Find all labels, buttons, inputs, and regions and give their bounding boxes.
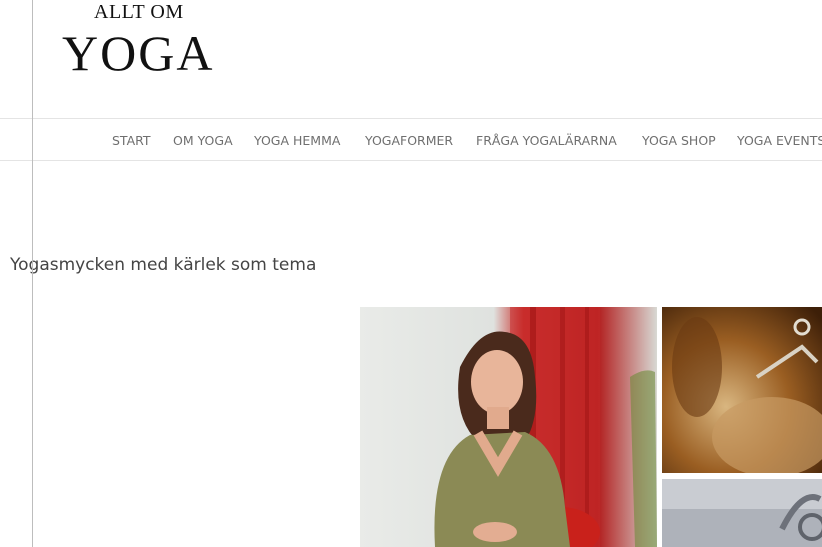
nav-item-yoga-hemma[interactable]: YOGA HEMMA: [254, 133, 340, 148]
nav-item-yogaformer[interactable]: YOGAFORMER: [365, 133, 453, 148]
main-navigation: START OM YOGA YOGA HEMMA YOGAFORMER FRÅG…: [0, 118, 822, 161]
woman-portrait-image[interactable]: [360, 307, 657, 547]
post-gallery: [360, 307, 822, 547]
jewelry-closeup-bottom-image[interactable]: [662, 479, 822, 547]
page-left-border: [32, 0, 33, 547]
nav-item-yoga-events[interactable]: YOGA EVENTS: [737, 133, 822, 148]
nav-item-fraga-yogalararna[interactable]: FRÅGA YOGALÄRARNA: [476, 133, 617, 148]
nav-item-yoga-shop[interactable]: YOGA SHOP: [642, 133, 716, 148]
logo-big-text: YOGA: [62, 25, 215, 81]
nav-item-om-yoga[interactable]: OM YOGA: [173, 133, 233, 148]
post-title[interactable]: Yogasmycken med kärlek som tema: [10, 255, 316, 275]
jewelry-closeup-top-image[interactable]: [662, 307, 822, 473]
nav-item-start[interactable]: START: [112, 133, 151, 148]
logo-small-text: ALLT OM: [94, 1, 184, 23]
